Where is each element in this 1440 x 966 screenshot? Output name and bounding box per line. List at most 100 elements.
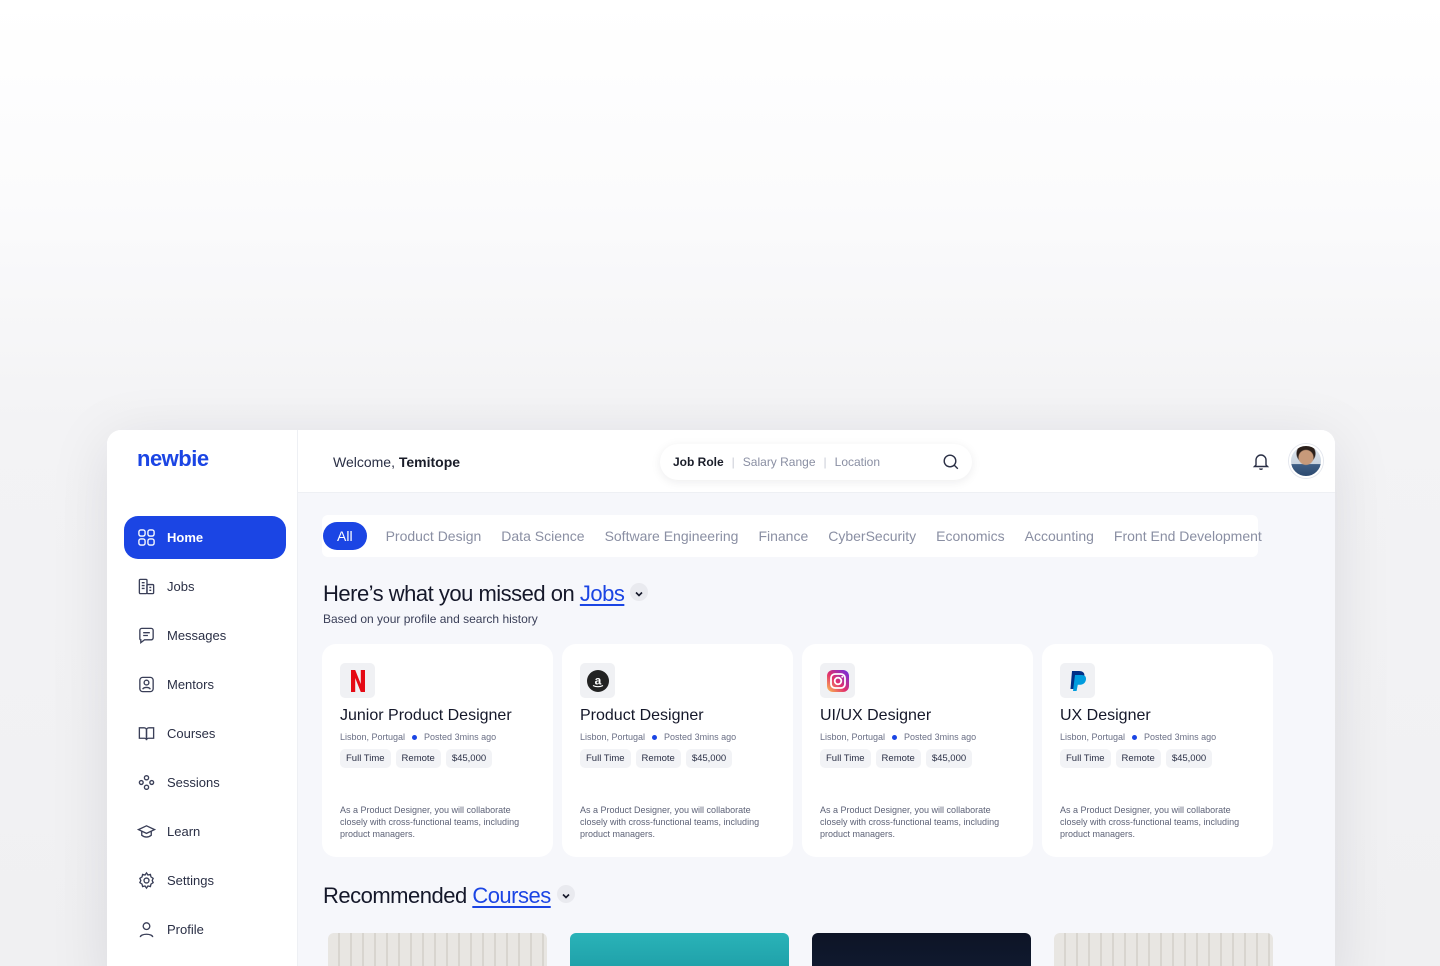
- top-bar: Welcome, Temitope Job Role | Salary Rang…: [298, 430, 1335, 493]
- job-description: As a Product Designer, you will collabor…: [340, 805, 520, 839]
- job-title: UX Designer: [1060, 707, 1151, 724]
- sidebar-item-label: Messages: [167, 628, 227, 643]
- book-icon: [136, 724, 156, 744]
- course-thumbnail[interactable]: [328, 933, 547, 966]
- people-icon: [136, 773, 156, 793]
- job-tags: Full Time Remote $45,000: [1060, 749, 1217, 768]
- job-card[interactable]: a Product Designer Lisbon, Portugal Poste…: [562, 644, 793, 857]
- tag-type: Full Time: [580, 749, 631, 768]
- job-cards: Junior Product Designer Lisbon, Portugal…: [322, 644, 1282, 857]
- gear-icon: [136, 871, 156, 891]
- job-card[interactable]: UI/UX Designer Lisbon, Portugal Posted 3m…: [802, 644, 1033, 857]
- graduation-icon: [136, 822, 156, 842]
- tag-type: Full Time: [1060, 749, 1111, 768]
- search-salary-range[interactable]: Salary Range: [743, 455, 816, 469]
- job-title: UI/UX Designer: [820, 707, 932, 724]
- job-tags: Full Time Remote $45,000: [340, 749, 497, 768]
- search-job-role[interactable]: Job Role: [673, 455, 724, 469]
- jobs-section-subtitle: Based on your profile and search history: [323, 612, 538, 626]
- course-thumbnail[interactable]: [570, 933, 789, 966]
- sidebar-item-label: Home: [167, 530, 204, 545]
- job-search-bar[interactable]: Job Role | Salary Range | Location: [660, 444, 972, 480]
- sidebar-item-courses[interactable]: Courses: [124, 712, 286, 755]
- job-title: Product Designer: [580, 707, 704, 724]
- building-icon: [136, 577, 156, 597]
- job-card[interactable]: Junior Product Designer Lisbon, Portugal…: [322, 644, 553, 857]
- filter-chip[interactable]: Product Design: [386, 528, 482, 544]
- tag-salary: $45,000: [445, 749, 493, 768]
- user-name: Temitope: [398, 454, 461, 470]
- job-meta: Lisbon, Portugal Posted 3mins ago: [820, 732, 977, 742]
- chevron-down-icon[interactable]: [556, 885, 575, 904]
- sidebar-item-jobs[interactable]: Jobs: [124, 565, 286, 608]
- category-filters: All Product Design Data Science Software…: [322, 515, 1262, 557]
- filter-chip[interactable]: CyberSecurity: [828, 528, 916, 544]
- sidebar-item-label: Settings: [167, 873, 214, 888]
- tag-location: Remote: [875, 749, 921, 768]
- jobs-section-title: Here’s what you missed on Jobs: [323, 581, 649, 607]
- welcome-text: Welcome, Temitope: [333, 454, 461, 470]
- search-separator: |: [823, 455, 827, 469]
- instagram-logo: [820, 663, 855, 698]
- sidebar-item-settings[interactable]: Settings: [124, 859, 286, 902]
- search-location[interactable]: Location: [835, 455, 880, 469]
- app-window: newbie Home Jobs Messages Mentors Course…: [107, 430, 1335, 966]
- sidebar-item-home[interactable]: Home: [124, 516, 286, 559]
- sidebar-item-mentors[interactable]: Mentors: [124, 663, 286, 706]
- app-logo[interactable]: newbie: [137, 446, 209, 472]
- filter-chip[interactable]: Accounting: [1025, 528, 1094, 544]
- sidebar: newbie Home Jobs Messages Mentors Course…: [107, 430, 298, 966]
- filter-chip[interactable]: Finance: [758, 528, 808, 544]
- tag-type: Full Time: [820, 749, 871, 768]
- avatar[interactable]: [1289, 444, 1323, 478]
- job-card[interactable]: UX Designer Lisbon, Portugal Posted 3mins…: [1042, 644, 1273, 857]
- job-meta: Lisbon, Portugal Posted 3mins ago: [1060, 732, 1217, 742]
- sidebar-item-label: Profile: [167, 922, 204, 937]
- tag-salary: $45,000: [685, 749, 733, 768]
- sidebar-item-messages[interactable]: Messages: [124, 614, 286, 657]
- tag-location: Remote: [1115, 749, 1161, 768]
- job-tags: Full Time Remote $45,000: [580, 749, 737, 768]
- sidebar-item-label: Learn: [167, 824, 201, 839]
- courses-link[interactable]: Courses: [472, 883, 551, 908]
- main-content: Welcome, Temitope Job Role | Salary Rang…: [298, 430, 1335, 966]
- chevron-down-icon[interactable]: [630, 583, 649, 602]
- tag-type: Full Time: [340, 749, 391, 768]
- amazon-logo: a: [580, 663, 615, 698]
- sidebar-item-label: Courses: [167, 726, 216, 741]
- filter-chip[interactable]: Software Engineering: [605, 528, 739, 544]
- bell-icon[interactable]: [1251, 451, 1271, 471]
- sidebar-item-label: Jobs: [167, 579, 195, 594]
- sidebar-nav: Home Jobs Messages Mentors Courses Sessi…: [124, 516, 286, 957]
- tag-location: Remote: [635, 749, 681, 768]
- sidebar-item-label: Sessions: [167, 775, 220, 790]
- sidebar-item-sessions[interactable]: Sessions: [124, 761, 286, 804]
- search-separator: |: [731, 455, 735, 469]
- filter-chip[interactable]: Front End Development: [1114, 528, 1262, 544]
- tag-location: Remote: [395, 749, 441, 768]
- courses-section-title: Recommended Courses: [323, 883, 575, 909]
- chat-icon: [136, 626, 156, 646]
- search-icon[interactable]: [942, 453, 960, 471]
- sidebar-item-label: Mentors: [167, 677, 214, 692]
- sidebar-item-profile[interactable]: Profile: [124, 908, 286, 951]
- user-icon: [136, 920, 156, 940]
- course-thumbnail[interactable]: [812, 933, 1031, 966]
- job-description: As a Product Designer, you will collabor…: [580, 805, 760, 839]
- paypal-logo: [1060, 663, 1095, 698]
- jobs-link[interactable]: Jobs: [580, 581, 625, 606]
- sidebar-item-learn[interactable]: Learn: [124, 810, 286, 853]
- job-description: As a Product Designer, you will collabor…: [1060, 805, 1240, 839]
- tag-salary: $45,000: [925, 749, 973, 768]
- job-description: As a Product Designer, you will collabor…: [820, 805, 1000, 839]
- filter-chip[interactable]: Economics: [936, 528, 1004, 544]
- svg-text:a: a: [594, 673, 601, 687]
- job-title: Junior Product Designer: [340, 707, 512, 724]
- job-meta: Lisbon, Portugal Posted 3mins ago: [580, 732, 737, 742]
- netflix-logo: [340, 663, 375, 698]
- filter-chip-all[interactable]: All: [323, 522, 367, 550]
- course-thumbnail[interactable]: [1054, 933, 1273, 966]
- mentor-icon: [136, 675, 156, 695]
- job-meta: Lisbon, Portugal Posted 3mins ago: [340, 732, 497, 742]
- filter-chip[interactable]: Data Science: [501, 528, 584, 544]
